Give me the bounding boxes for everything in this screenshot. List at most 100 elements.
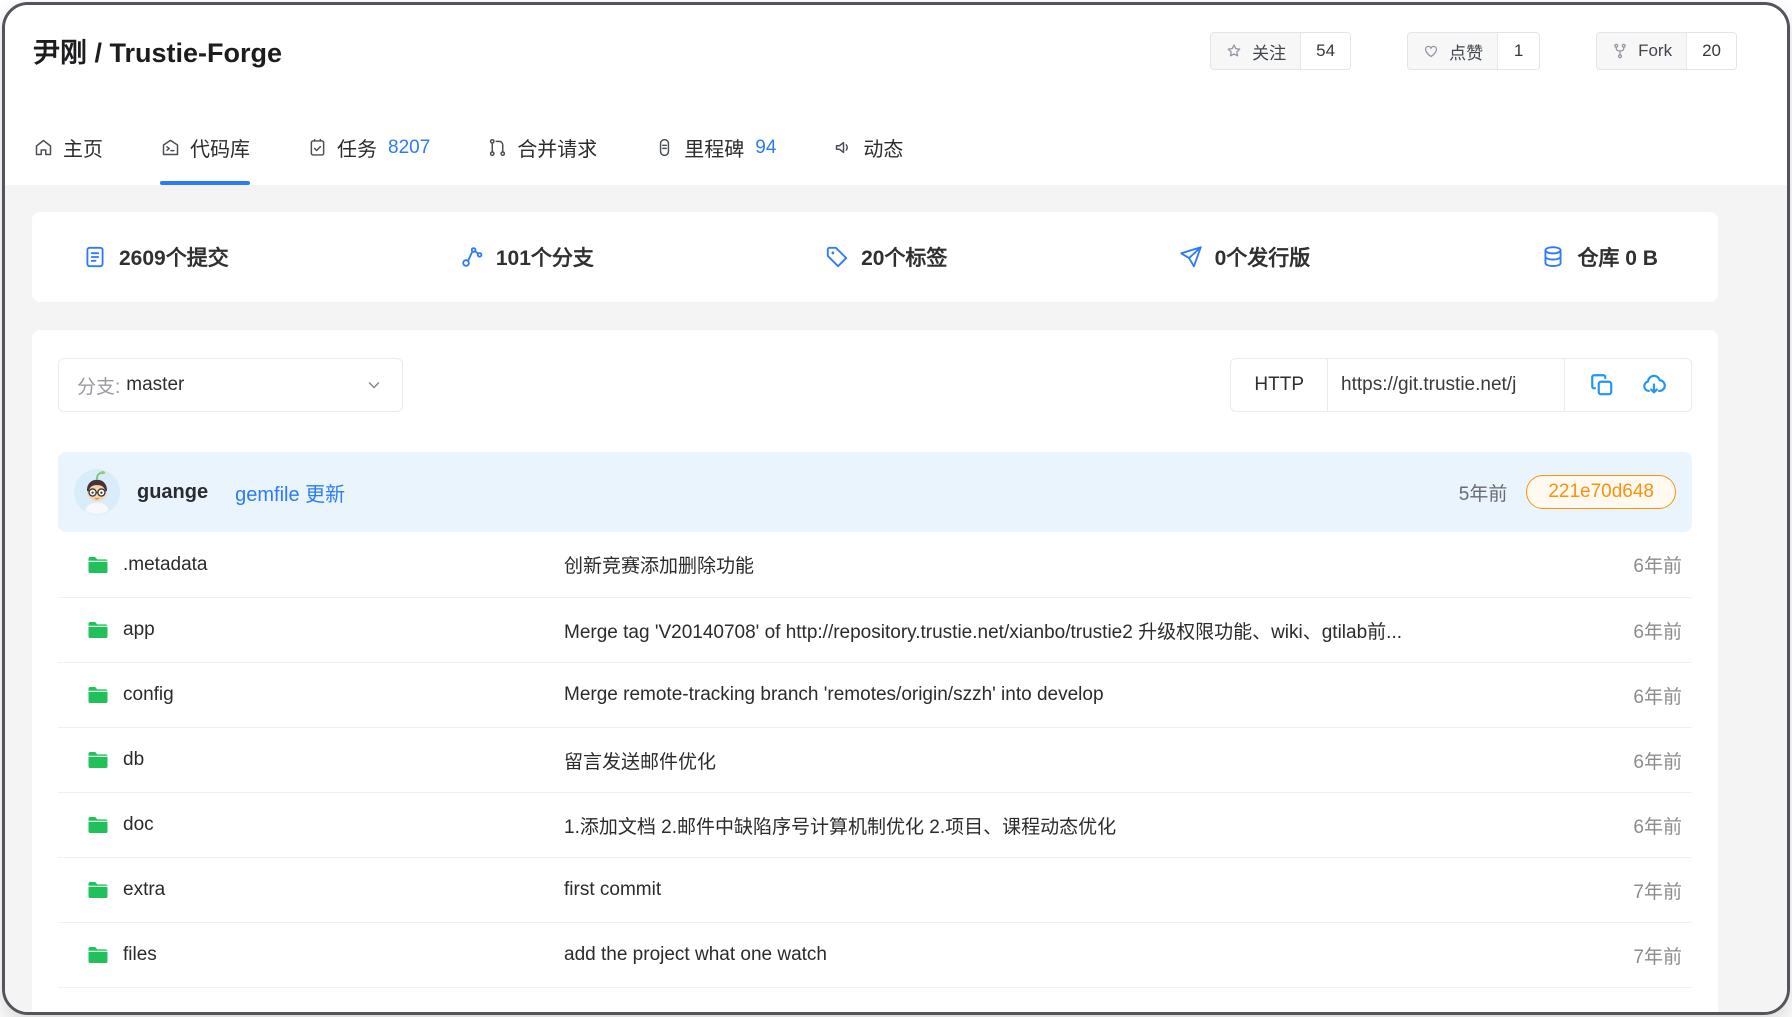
stat-commits[interactable]: 2609个提交 bbox=[82, 242, 229, 272]
stat-repo-size[interactable]: 仓库 0 B bbox=[1540, 242, 1658, 272]
tab-milestones-count: 94 bbox=[755, 137, 776, 159]
folder-icon bbox=[86, 618, 110, 642]
file-name[interactable]: .metadata bbox=[123, 554, 564, 576]
file-row-config[interactable]: config Merge remote-tracking branch 'rem… bbox=[58, 662, 1692, 727]
praise-count[interactable]: 1 bbox=[1497, 33, 1539, 69]
commit-message-link[interactable]: gemfile 更新 bbox=[235, 478, 345, 507]
merge-icon bbox=[487, 137, 508, 158]
commit-author[interactable]: guange bbox=[137, 481, 208, 504]
stat-tags[interactable]: 20个标签 bbox=[824, 242, 947, 272]
praise-button-label-area: 点赞 bbox=[1408, 33, 1497, 69]
file-row-metadata[interactable]: .metadata 创新竞赛添加删除功能 6年前 bbox=[58, 532, 1692, 597]
avatar[interactable] bbox=[74, 469, 120, 515]
repo-stats-bar: 2609个提交 101个分支 20个标签 0个发行版 仓库 0 B bbox=[32, 212, 1718, 302]
stat-releases[interactable]: 0个发行版 bbox=[1178, 242, 1311, 272]
tab-merge-requests[interactable]: 合并请求 bbox=[487, 110, 597, 185]
commit-doc-icon bbox=[82, 244, 108, 270]
file-commit-message[interactable]: first commit bbox=[564, 879, 1633, 901]
clone-url-field[interactable]: https://git.trustie.net/j bbox=[1328, 359, 1565, 411]
file-name[interactable]: extra bbox=[123, 879, 564, 901]
branch-selector[interactable]: 分支: master bbox=[58, 358, 403, 412]
file-commit-time: 6年前 bbox=[1633, 812, 1682, 839]
tab-milestones-label: 里程碑 bbox=[684, 133, 744, 162]
file-commit-message[interactable]: Merge tag 'V20140708' of http://reposito… bbox=[564, 617, 1633, 644]
file-commit-message[interactable]: 创新竞赛添加删除功能 bbox=[564, 551, 1633, 578]
file-commit-time: 6年前 bbox=[1633, 747, 1682, 774]
fork-button[interactable]: Fork 20 bbox=[1596, 32, 1737, 70]
file-commit-message[interactable]: add the project what one watch bbox=[564, 944, 1633, 966]
download-icon[interactable] bbox=[1641, 372, 1667, 398]
file-commit-time: 6年前 bbox=[1633, 617, 1682, 644]
file-row-db[interactable]: db 留言发送邮件优化 6年前 bbox=[58, 727, 1692, 792]
protocol-select[interactable]: HTTP bbox=[1231, 359, 1328, 411]
file-commit-time: 6年前 bbox=[1633, 682, 1682, 709]
tab-activity[interactable]: 动态 bbox=[833, 110, 903, 185]
file-table: .metadata 创新竞赛添加删除功能 6年前 app Merge tag '… bbox=[58, 532, 1692, 1015]
activity-icon bbox=[833, 137, 854, 158]
folder-icon bbox=[86, 1008, 110, 1015]
file-row-extra[interactable]: extra first commit 7年前 bbox=[58, 857, 1692, 922]
praise-button[interactable]: 点赞 1 bbox=[1407, 32, 1540, 70]
folder-icon bbox=[86, 553, 110, 577]
stat-branches[interactable]: 101个分支 bbox=[459, 242, 594, 272]
praise-label: 点赞 bbox=[1449, 39, 1483, 64]
tab-issues-label: 任务 bbox=[337, 133, 377, 162]
watch-button[interactable]: 关注 54 bbox=[1210, 32, 1351, 70]
file-row-files[interactable]: files add the project what one watch 7年前 bbox=[58, 922, 1692, 987]
tab-issues-count: 8207 bbox=[388, 137, 430, 159]
tab-code-repo[interactable]: 代码库 bbox=[160, 110, 250, 185]
stat-repo-size-label: 仓库 0 B bbox=[1577, 242, 1658, 272]
file-name[interactable]: files bbox=[123, 944, 564, 966]
clone-actions bbox=[1565, 359, 1691, 411]
page-body: 2609个提交 101个分支 20个标签 0个发行版 仓库 0 B bbox=[5, 185, 1787, 1012]
copy-icon[interactable] bbox=[1589, 372, 1615, 398]
fork-icon bbox=[1611, 42, 1629, 60]
page-title: 尹刚 / Trustie-Forge bbox=[33, 31, 282, 70]
tab-milestones[interactable]: 里程碑 94 bbox=[654, 110, 776, 185]
tab-issues[interactable]: 任务 8207 bbox=[307, 110, 430, 185]
watch-count[interactable]: 54 bbox=[1300, 33, 1350, 69]
file-name[interactable]: app bbox=[123, 619, 564, 641]
tab-home-label: 主页 bbox=[63, 133, 103, 162]
repo-toolbar: 分支: master HTTP https://git.trustie.net/… bbox=[58, 358, 1692, 412]
heart-icon bbox=[1422, 42, 1440, 60]
stat-commits-label: 2609个提交 bbox=[119, 242, 229, 272]
repo-nav-tabs: 主页 代码库 任务 8207 合并请求 里程碑 94 动态 bbox=[33, 110, 903, 185]
folder-icon bbox=[86, 943, 110, 967]
branch-icon bbox=[459, 244, 485, 270]
fork-count[interactable]: 20 bbox=[1686, 33, 1736, 69]
file-commit-message[interactable]: Merge remote-tracking branch 'remotes/or… bbox=[564, 684, 1633, 706]
file-row-partial[interactable] bbox=[58, 987, 1692, 1015]
file-commit-message[interactable]: 1.添加文档 2.邮件中缺陷序号计算机制优化 2.项目、课程动态优化 bbox=[564, 812, 1633, 839]
fork-label: Fork bbox=[1638, 41, 1672, 61]
commit-sha-badge[interactable]: 221e70d648 bbox=[1526, 475, 1676, 509]
code-repo-icon bbox=[160, 137, 181, 158]
file-row-doc[interactable]: doc 1.添加文档 2.邮件中缺陷序号计算机制优化 2.项目、课程动态优化 6… bbox=[58, 792, 1692, 857]
branch-selector-label: 分支: bbox=[77, 372, 120, 399]
stat-tags-label: 20个标签 bbox=[861, 242, 947, 272]
milestone-icon bbox=[654, 137, 675, 158]
file-commit-time: 7年前 bbox=[1633, 877, 1682, 904]
tab-activity-label: 动态 bbox=[863, 133, 903, 162]
file-name[interactable]: config bbox=[123, 684, 564, 706]
file-commit-time: 7年前 bbox=[1633, 942, 1682, 969]
commit-time: 5年前 bbox=[1459, 479, 1508, 506]
folder-icon bbox=[86, 813, 110, 837]
tab-code-repo-label: 代码库 bbox=[190, 133, 250, 162]
repo-browser-card: 分支: master HTTP https://git.trustie.net/… bbox=[32, 330, 1718, 1015]
file-name[interactable]: doc bbox=[123, 814, 564, 836]
app-window: 尹刚 / Trustie-Forge 关注 54 点赞 1 Fork bbox=[2, 2, 1790, 1015]
star-icon bbox=[1225, 42, 1243, 60]
tab-merge-requests-label: 合并请求 bbox=[517, 133, 597, 162]
watch-label: 关注 bbox=[1252, 39, 1286, 64]
stat-releases-label: 0个发行版 bbox=[1215, 242, 1311, 272]
file-commit-message[interactable]: 留言发送邮件优化 bbox=[564, 747, 1633, 774]
tab-home[interactable]: 主页 bbox=[33, 110, 103, 185]
repo-header: 尹刚 / Trustie-Forge 关注 54 点赞 1 Fork bbox=[5, 5, 1787, 185]
clone-url-group: HTTP https://git.trustie.net/j bbox=[1230, 358, 1692, 412]
fork-button-label-area: Fork bbox=[1597, 33, 1686, 69]
file-name[interactable]: db bbox=[123, 749, 564, 771]
folder-icon bbox=[86, 748, 110, 772]
avatar-image bbox=[74, 469, 120, 515]
file-row-app[interactable]: app Merge tag 'V20140708' of http://repo… bbox=[58, 597, 1692, 662]
